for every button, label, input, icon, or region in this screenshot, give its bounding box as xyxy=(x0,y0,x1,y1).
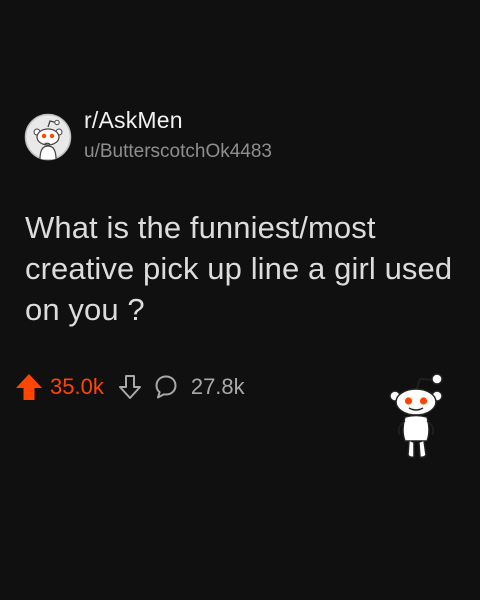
snoo-avatar-icon xyxy=(24,113,72,161)
downvote-arrow-icon xyxy=(118,375,141,399)
upvote-button[interactable]: 35.0k xyxy=(14,372,118,402)
comments-button[interactable]: 27.8k xyxy=(154,374,245,400)
subreddit-avatar[interactable] xyxy=(24,113,72,161)
upvote-arrow-icon xyxy=(16,374,42,400)
subreddit-name[interactable]: r/AskMen xyxy=(84,107,183,134)
post-actions: 35.0k 27.8k xyxy=(14,369,245,405)
downvote-button[interactable] xyxy=(118,374,154,400)
snoo-mascot-icon xyxy=(389,373,443,458)
upvote-count: 35.0k xyxy=(50,374,104,399)
post-author[interactable]: u/ButterscotchOk4483 xyxy=(84,141,272,163)
comment-bubble-icon xyxy=(155,375,177,399)
snoo-mascot xyxy=(386,369,448,461)
comment-count: 27.8k xyxy=(190,374,245,399)
post-title: What is the funniest/most creative pick … xyxy=(25,210,453,327)
